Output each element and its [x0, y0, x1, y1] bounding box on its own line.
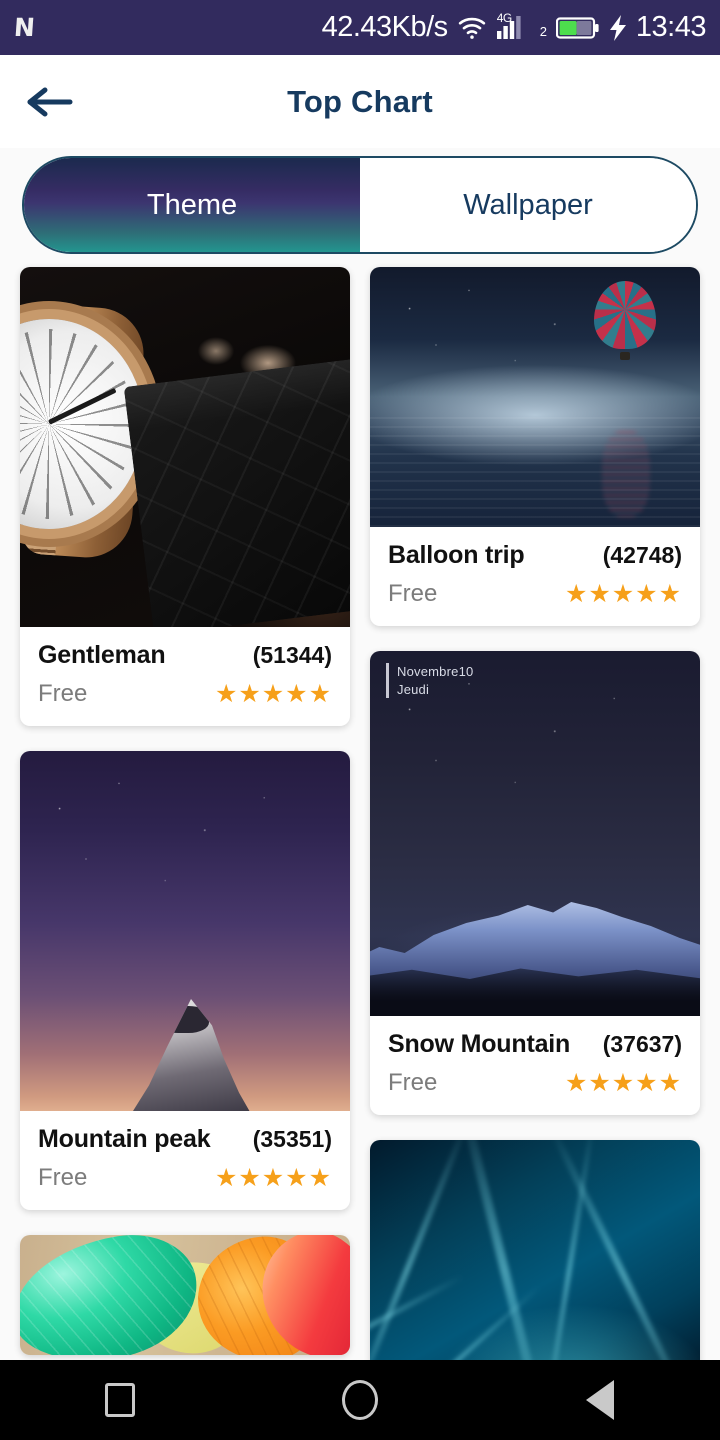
card-download-count: (37637): [602, 1031, 682, 1057]
card-colored-leaves[interactable]: [20, 1235, 350, 1355]
tab-theme-label: Theme: [146, 188, 238, 221]
carrier-logo-icon: N: [12, 13, 35, 42]
light-ray-decor: [541, 1140, 596, 1370]
watch-thumbnail: [20, 267, 350, 627]
back-arrow-icon: [27, 87, 73, 116]
back-nav-button[interactable]: [555, 1360, 645, 1440]
overlay-weekday-label: Jeudi: [397, 681, 430, 697]
page-title: Top Chart: [287, 83, 433, 119]
card-blue-abstract[interactable]: [370, 1140, 700, 1370]
wifi-icon: [457, 13, 487, 43]
recents-button[interactable]: [75, 1360, 165, 1440]
card-title-row: Balloon trip (42748): [388, 541, 682, 570]
light-ray-decor: [370, 1140, 470, 1370]
home-button[interactable]: [315, 1360, 405, 1440]
card-title-row: Mountain peak (35351): [38, 1125, 332, 1154]
content-grid: Gentleman (51344) Free ★★★★★ Mountain pe…: [0, 254, 720, 1395]
charging-bolt-icon: [609, 14, 627, 41]
card-title: Mountain peak: [38, 1125, 211, 1153]
snow-mountain-thumbnail: Novembre10 Jeudi: [370, 651, 700, 1016]
square-recents-icon: [105, 1383, 135, 1417]
card-price: Free: [38, 680, 88, 707]
card-meta: Balloon trip (42748) Free ★★★★★: [370, 527, 700, 626]
clock-label: 13:43: [635, 11, 707, 43]
watch-strap-decor: [123, 356, 350, 627]
card-price: Free: [388, 1069, 438, 1096]
light-ray-decor: [459, 1140, 550, 1370]
card-rating-stars: ★★★★★: [214, 679, 332, 708]
card-price-row: Free ★★★★★: [38, 1154, 332, 1192]
card-mountain-peak[interactable]: Mountain peak (35351) Free ★★★★★: [20, 751, 350, 1210]
card-title: Gentleman: [38, 641, 166, 669]
system-navigation-bar: [0, 1360, 720, 1440]
card-price: Free: [38, 1164, 88, 1191]
card-price-row: Free ★★★★★: [388, 1059, 682, 1097]
card-balloon-trip[interactable]: Balloon trip (42748) Free ★★★★★: [370, 267, 700, 626]
status-bar-left: N: [12, 13, 322, 42]
card-meta: Gentleman (51344) Free ★★★★★: [20, 627, 350, 726]
card-title: Balloon trip: [388, 541, 525, 569]
triangle-back-icon: [586, 1380, 614, 1420]
tab-switcher: Theme Wallpaper: [22, 156, 698, 254]
card-download-count: (51344): [252, 642, 332, 668]
app-bar: Top Chart: [0, 55, 720, 148]
network-speed-label: 42.43Kb/s: [321, 11, 449, 43]
colored-leaves-thumbnail: [20, 1235, 350, 1355]
card-price-row: Free ★★★★★: [38, 670, 332, 708]
status-bar: N 42.43Kb/s 4G 2 13:43: [0, 0, 720, 55]
card-title: Snow Mountain: [388, 1030, 571, 1058]
card-gentleman[interactable]: Gentleman (51344) Free ★★★★★: [20, 267, 350, 726]
card-rating-stars: ★★★★★: [214, 1163, 332, 1192]
card-download-count: (35351): [252, 1126, 332, 1152]
card-rating-stars: ★★★★★: [564, 579, 682, 608]
card-title-row: Snow Mountain (37637): [388, 1030, 682, 1059]
card-download-count: (42748): [602, 542, 682, 568]
circle-home-icon: [342, 1380, 378, 1420]
card-meta: Mountain peak (35351) Free ★★★★★: [20, 1111, 350, 1210]
tab-theme[interactable]: Theme: [24, 158, 360, 252]
card-snow-mountain[interactable]: Novembre10 Jeudi Snow Mountain (37637) F…: [370, 651, 700, 1115]
blue-abstract-thumbnail: [370, 1140, 700, 1370]
card-title-row: Gentleman (51344): [38, 641, 332, 670]
card-price-row: Free ★★★★★: [388, 570, 682, 608]
sim-number-label: 2: [539, 24, 547, 39]
back-button[interactable]: [12, 65, 86, 139]
app-screen: N 42.43Kb/s 4G 2 13:43 Top Chart Theme W…: [0, 0, 720, 1440]
water-ripples-decor: [370, 417, 700, 527]
overlay-date-label: Novembre10: [397, 664, 474, 679]
card-price: Free: [388, 580, 438, 607]
tab-wallpaper-label: Wallpaper: [463, 188, 593, 221]
tab-wallpaper[interactable]: Wallpaper: [360, 158, 696, 252]
card-meta: Snow Mountain (37637) Free ★★★★★: [370, 1016, 700, 1115]
status-bar-right: 42.43Kb/s 4G 2 13:43: [321, 11, 707, 44]
signal-bars-icon: 4G: [496, 11, 534, 43]
purple-mountain-thumbnail: [20, 751, 350, 1111]
wallpaper-date-overlay: Novembre10 Jeudi: [386, 663, 474, 699]
balloon-thumbnail: [370, 267, 700, 527]
battery-icon: [555, 16, 600, 40]
watch-hand-decor: [47, 387, 117, 425]
card-rating-stars: ★★★★★: [564, 1068, 682, 1097]
